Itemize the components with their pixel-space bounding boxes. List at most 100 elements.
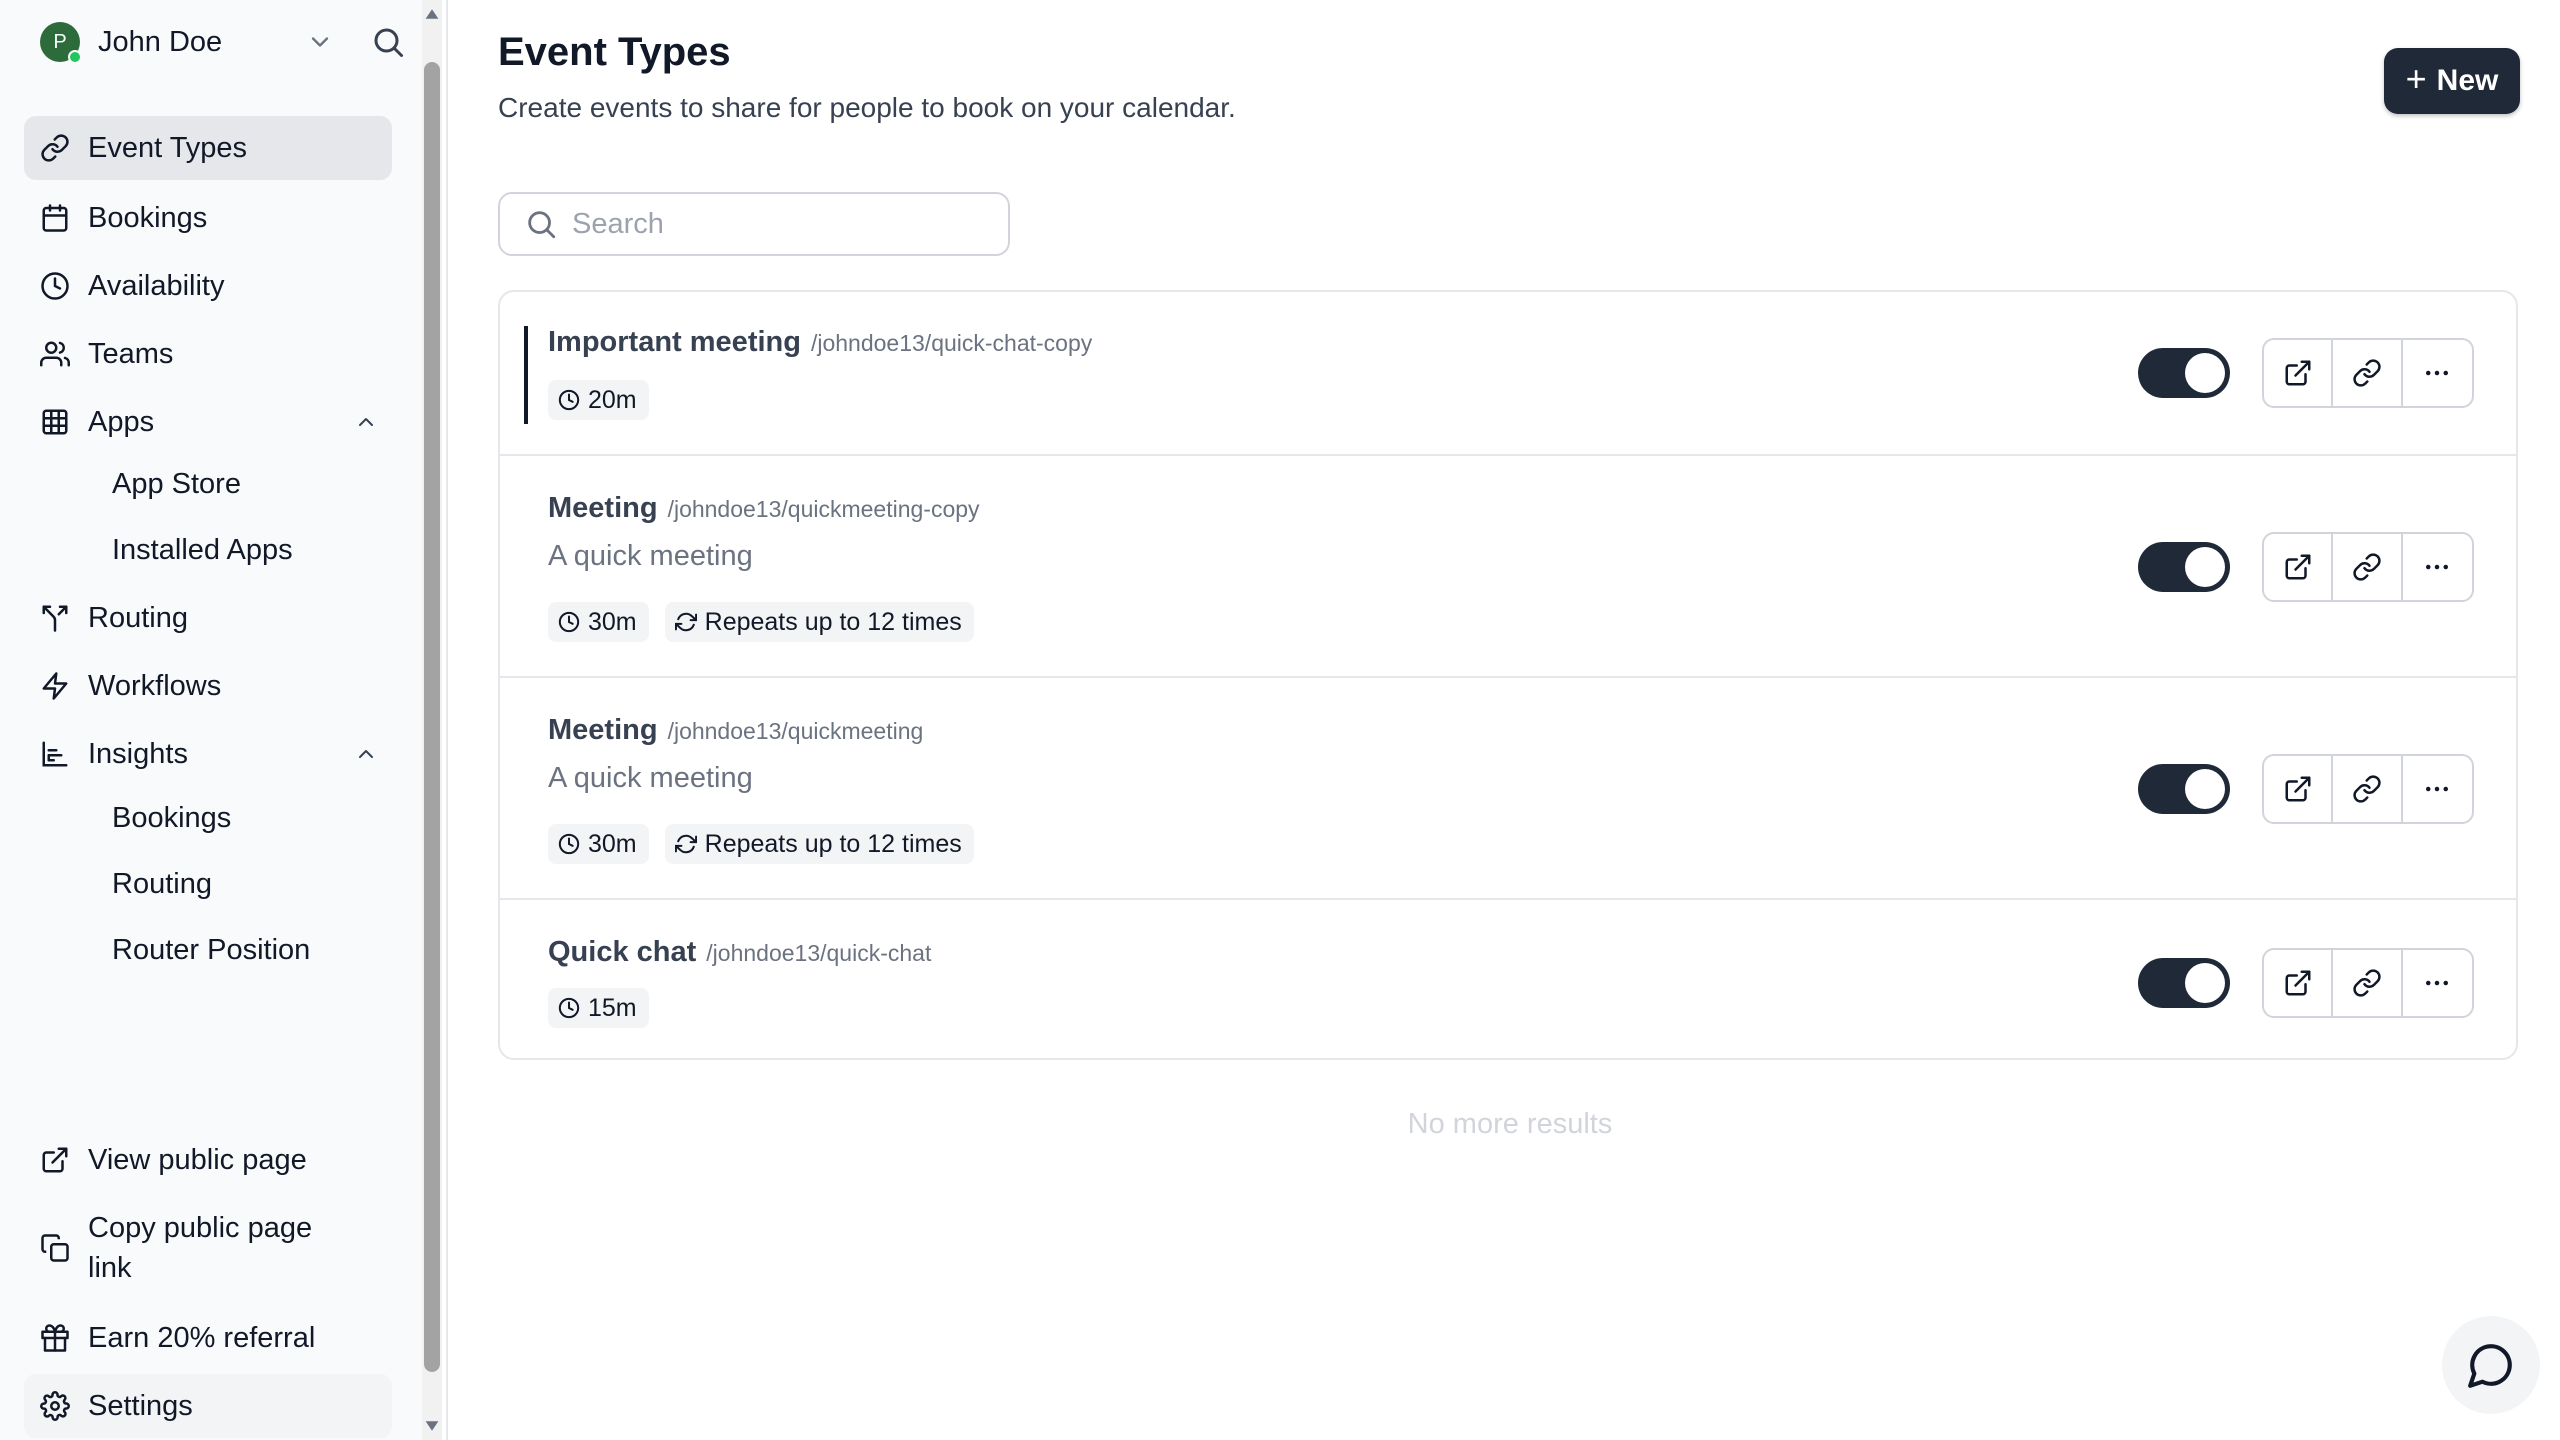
more-options-button[interactable] [2403, 756, 2472, 822]
sidebar-subitem-app-store[interactable]: App Store [112, 458, 241, 510]
sidebar-item-view-public-page[interactable]: View public page [24, 1128, 392, 1192]
chat-support-button[interactable] [2442, 1316, 2540, 1414]
sidebar-item-referral[interactable]: Earn 20% referral [24, 1306, 392, 1370]
external-link-icon [2285, 776, 2311, 802]
sidebar-item-bookings[interactable]: Bookings [24, 186, 392, 250]
sidebar-item-label: Apps [88, 405, 155, 438]
sidebar-item-availability[interactable]: Availability [24, 254, 392, 318]
toggle-knob [2185, 769, 2225, 809]
event-title: Important meeting [548, 326, 801, 358]
sidebar-item-label: Routing [88, 601, 188, 634]
external-link-icon [2285, 970, 2311, 996]
more-options-button[interactable] [2403, 340, 2472, 406]
event-slug: /johndoe13/quick-chat [706, 940, 932, 966]
recurring-label: Repeats up to 12 times [704, 607, 962, 636]
avatar: P [40, 22, 82, 64]
avatar-initial: P [53, 30, 67, 53]
plus-icon: + [2405, 58, 2427, 99]
more-options-button[interactable] [2403, 950, 2472, 1016]
preview-button[interactable] [2264, 340, 2334, 406]
copy-link-button[interactable] [2333, 340, 2403, 406]
sidebar-subitem-insights-bookings[interactable]: Bookings [112, 792, 231, 844]
sidebar-item-workflows[interactable]: Workflows [24, 654, 392, 718]
gear-icon [38, 1389, 72, 1423]
sidebar-item-insights[interactable]: Insights [24, 722, 392, 786]
more-horizontal-icon [2426, 980, 2449, 986]
toggle-knob [2185, 353, 2225, 393]
chevron-up-icon[interactable] [354, 742, 378, 766]
sidebar-item-routing[interactable]: Routing [24, 586, 392, 650]
chevron-down-icon[interactable] [306, 28, 334, 56]
event-actions [2262, 338, 2474, 408]
more-horizontal-icon [2426, 370, 2449, 376]
event-actions [2262, 948, 2474, 1018]
preview-button[interactable] [2264, 950, 2334, 1016]
duration-badge: 30m [548, 602, 649, 642]
sidebar-item-label: Bookings [88, 201, 208, 234]
page-title: Event Types [498, 30, 731, 74]
user-menu[interactable]: P John Doe [24, 16, 414, 68]
event-enabled-toggle[interactable] [2138, 958, 2230, 1008]
event-enabled-toggle[interactable] [2138, 348, 2230, 398]
search-field[interactable] [498, 192, 1010, 256]
search-icon[interactable] [370, 24, 406, 60]
scroll-up-arrow-icon[interactable] [424, 6, 440, 22]
clock-icon [558, 389, 580, 411]
sidebar-item-apps[interactable]: Apps [24, 390, 392, 454]
repeat-icon [674, 612, 697, 632]
event-type-row[interactable]: Meeting /johndoe13/quickmeeting-copy A q… [500, 458, 2516, 678]
copy-link-button[interactable] [2333, 950, 2403, 1016]
sidebar-item-settings[interactable]: Settings [24, 1374, 392, 1438]
sidebar-subitem-router-position[interactable]: Router Position [112, 924, 310, 976]
copy-link-button[interactable] [2333, 534, 2403, 600]
clock-icon [558, 997, 580, 1019]
sidebar-item-label: Insights [88, 737, 188, 770]
sidebar-item-event-types[interactable]: Event Types [24, 116, 392, 180]
sidebar-item-label: Workflows [88, 669, 222, 702]
page-subtitle: Create events to share for people to boo… [498, 92, 1236, 123]
event-title-line: Quick chat /johndoe13/quick-chat [548, 936, 931, 969]
duration-label: 20m [588, 385, 637, 414]
more-options-button[interactable] [2403, 534, 2472, 600]
duration-badge: 20m [548, 380, 649, 420]
calendar-icon [38, 201, 72, 235]
chevron-up-icon[interactable] [354, 410, 378, 434]
event-description: A quick meeting [548, 540, 753, 572]
sidebar-subitem-installed-apps[interactable]: Installed Apps [112, 524, 293, 576]
gift-icon [38, 1321, 72, 1355]
new-event-type-button[interactable]: + New [2384, 48, 2520, 114]
bar-chart-icon [38, 737, 72, 771]
event-title-line: Important meeting /johndoe13/quick-chat-… [548, 326, 1092, 359]
copy-icon [38, 1231, 72, 1265]
event-actions [2262, 754, 2474, 824]
sidebar-item-label: Availability [88, 269, 225, 302]
event-types-list: Important meeting /johndoe13/quick-chat-… [498, 290, 2518, 1060]
no-more-results-label: No more results [1407, 1108, 1613, 1140]
preview-button[interactable] [2264, 756, 2334, 822]
grid-icon [38, 405, 72, 439]
recurring-label: Repeats up to 12 times [704, 829, 962, 858]
preview-button[interactable] [2264, 534, 2334, 600]
duration-label: 15m [588, 993, 637, 1022]
user-name: John Doe [98, 25, 223, 58]
scroll-down-arrow-icon[interactable] [424, 1418, 440, 1434]
sidebar-scrollbar-thumb[interactable] [424, 62, 440, 1372]
sidebar-item-copy-public-link[interactable]: Copy public page link [24, 1204, 392, 1292]
event-type-row[interactable]: Important meeting /johndoe13/quick-chat-… [500, 292, 2516, 456]
copy-link-button[interactable] [2333, 756, 2403, 822]
external-link-icon [38, 1143, 72, 1177]
search-input[interactable] [572, 207, 972, 241]
event-enabled-toggle[interactable] [2138, 542, 2230, 592]
more-horizontal-icon [2426, 786, 2449, 792]
event-type-row[interactable]: Quick chat /johndoe13/quick-chat 15m [500, 902, 2516, 1058]
sidebar-subitem-insights-routing[interactable]: Routing [112, 858, 212, 910]
sidebar-item-label: Teams [88, 337, 174, 370]
sidebar-item-label: Copy public page link [88, 1212, 313, 1284]
event-title-line: Meeting /johndoe13/quickmeeting [548, 714, 923, 747]
event-enabled-toggle[interactable] [2138, 764, 2230, 814]
sidebar-item-teams[interactable]: Teams [24, 322, 392, 386]
event-badges: 30m Repeats up to 12 times [548, 602, 990, 642]
duration-label: 30m [588, 607, 637, 636]
event-type-row[interactable]: Meeting /johndoe13/quickmeeting A quick … [500, 680, 2516, 900]
zap-icon [38, 669, 72, 703]
